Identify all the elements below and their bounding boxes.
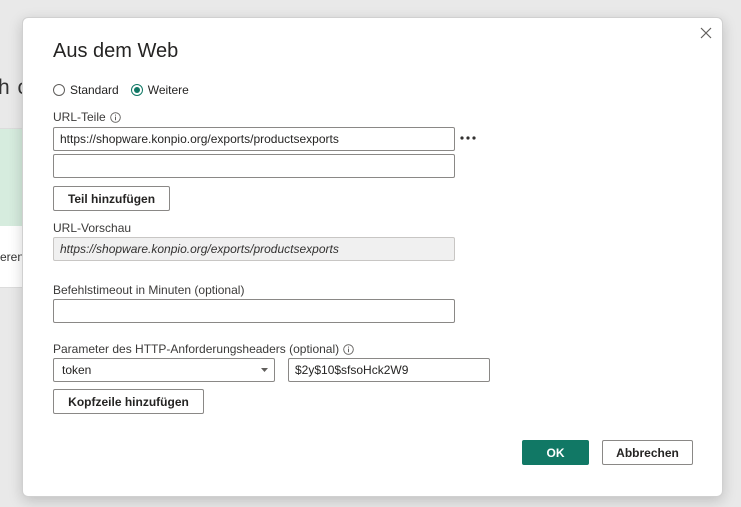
radio-standard-label: Standard [70, 83, 119, 97]
radio-standard[interactable]: Standard [53, 83, 119, 97]
radio-standard-circle[interactable] [53, 84, 65, 96]
close-icon[interactable] [697, 24, 715, 42]
add-header-button[interactable]: Kopfzeile hinzufügen [53, 389, 204, 414]
background-panel-highlight [0, 129, 24, 226]
from-web-dialog: Aus dem Web Standard Weitere URL-Teile h… [22, 17, 723, 497]
url-parts-label: URL-Teile [53, 110, 106, 124]
headers-label-row: Parameter des HTTP-Anforderungsheaders (… [53, 342, 354, 356]
cancel-button[interactable]: Abbrechen [602, 440, 693, 465]
url-preview-field: https://shopware.konpio.org/exports/prod… [53, 237, 455, 261]
chevron-down-icon [261, 368, 268, 372]
timeout-label: Befehlstimeout in Minuten (optional) [53, 283, 245, 297]
mode-radio-group: Standard Weitere [53, 82, 201, 98]
header-name-dropdown[interactable]: token [53, 358, 275, 382]
radio-weitere-label: Weitere [147, 83, 189, 97]
url-part-input-2[interactable] [53, 154, 455, 178]
dialog-title: Aus dem Web [53, 40, 179, 62]
timeout-input[interactable] [53, 299, 455, 323]
info-icon[interactable] [109, 111, 121, 123]
url-part-input-1[interactable]: https://shopware.konpio.org/exports/prod… [53, 127, 455, 151]
header-name-value: token [62, 363, 92, 377]
more-options-icon[interactable] [459, 135, 477, 141]
header-value-input[interactable]: $2y$10$sfsoHck2W9 [288, 358, 490, 382]
radio-weitere[interactable]: Weitere [130, 83, 189, 97]
headers-label: Parameter des HTTP-Anforderungsheaders (… [53, 342, 340, 356]
add-part-button[interactable]: Teil hinzufügen [53, 186, 170, 211]
ok-button[interactable]: OK [522, 440, 589, 465]
radio-weitere-circle[interactable] [130, 84, 143, 96]
background-text-fragment: eren [0, 250, 25, 264]
url-preview-label: URL-Vorschau [53, 221, 132, 235]
url-parts-label-row: URL-Teile [53, 110, 121, 124]
info-icon[interactable] [343, 343, 354, 355]
